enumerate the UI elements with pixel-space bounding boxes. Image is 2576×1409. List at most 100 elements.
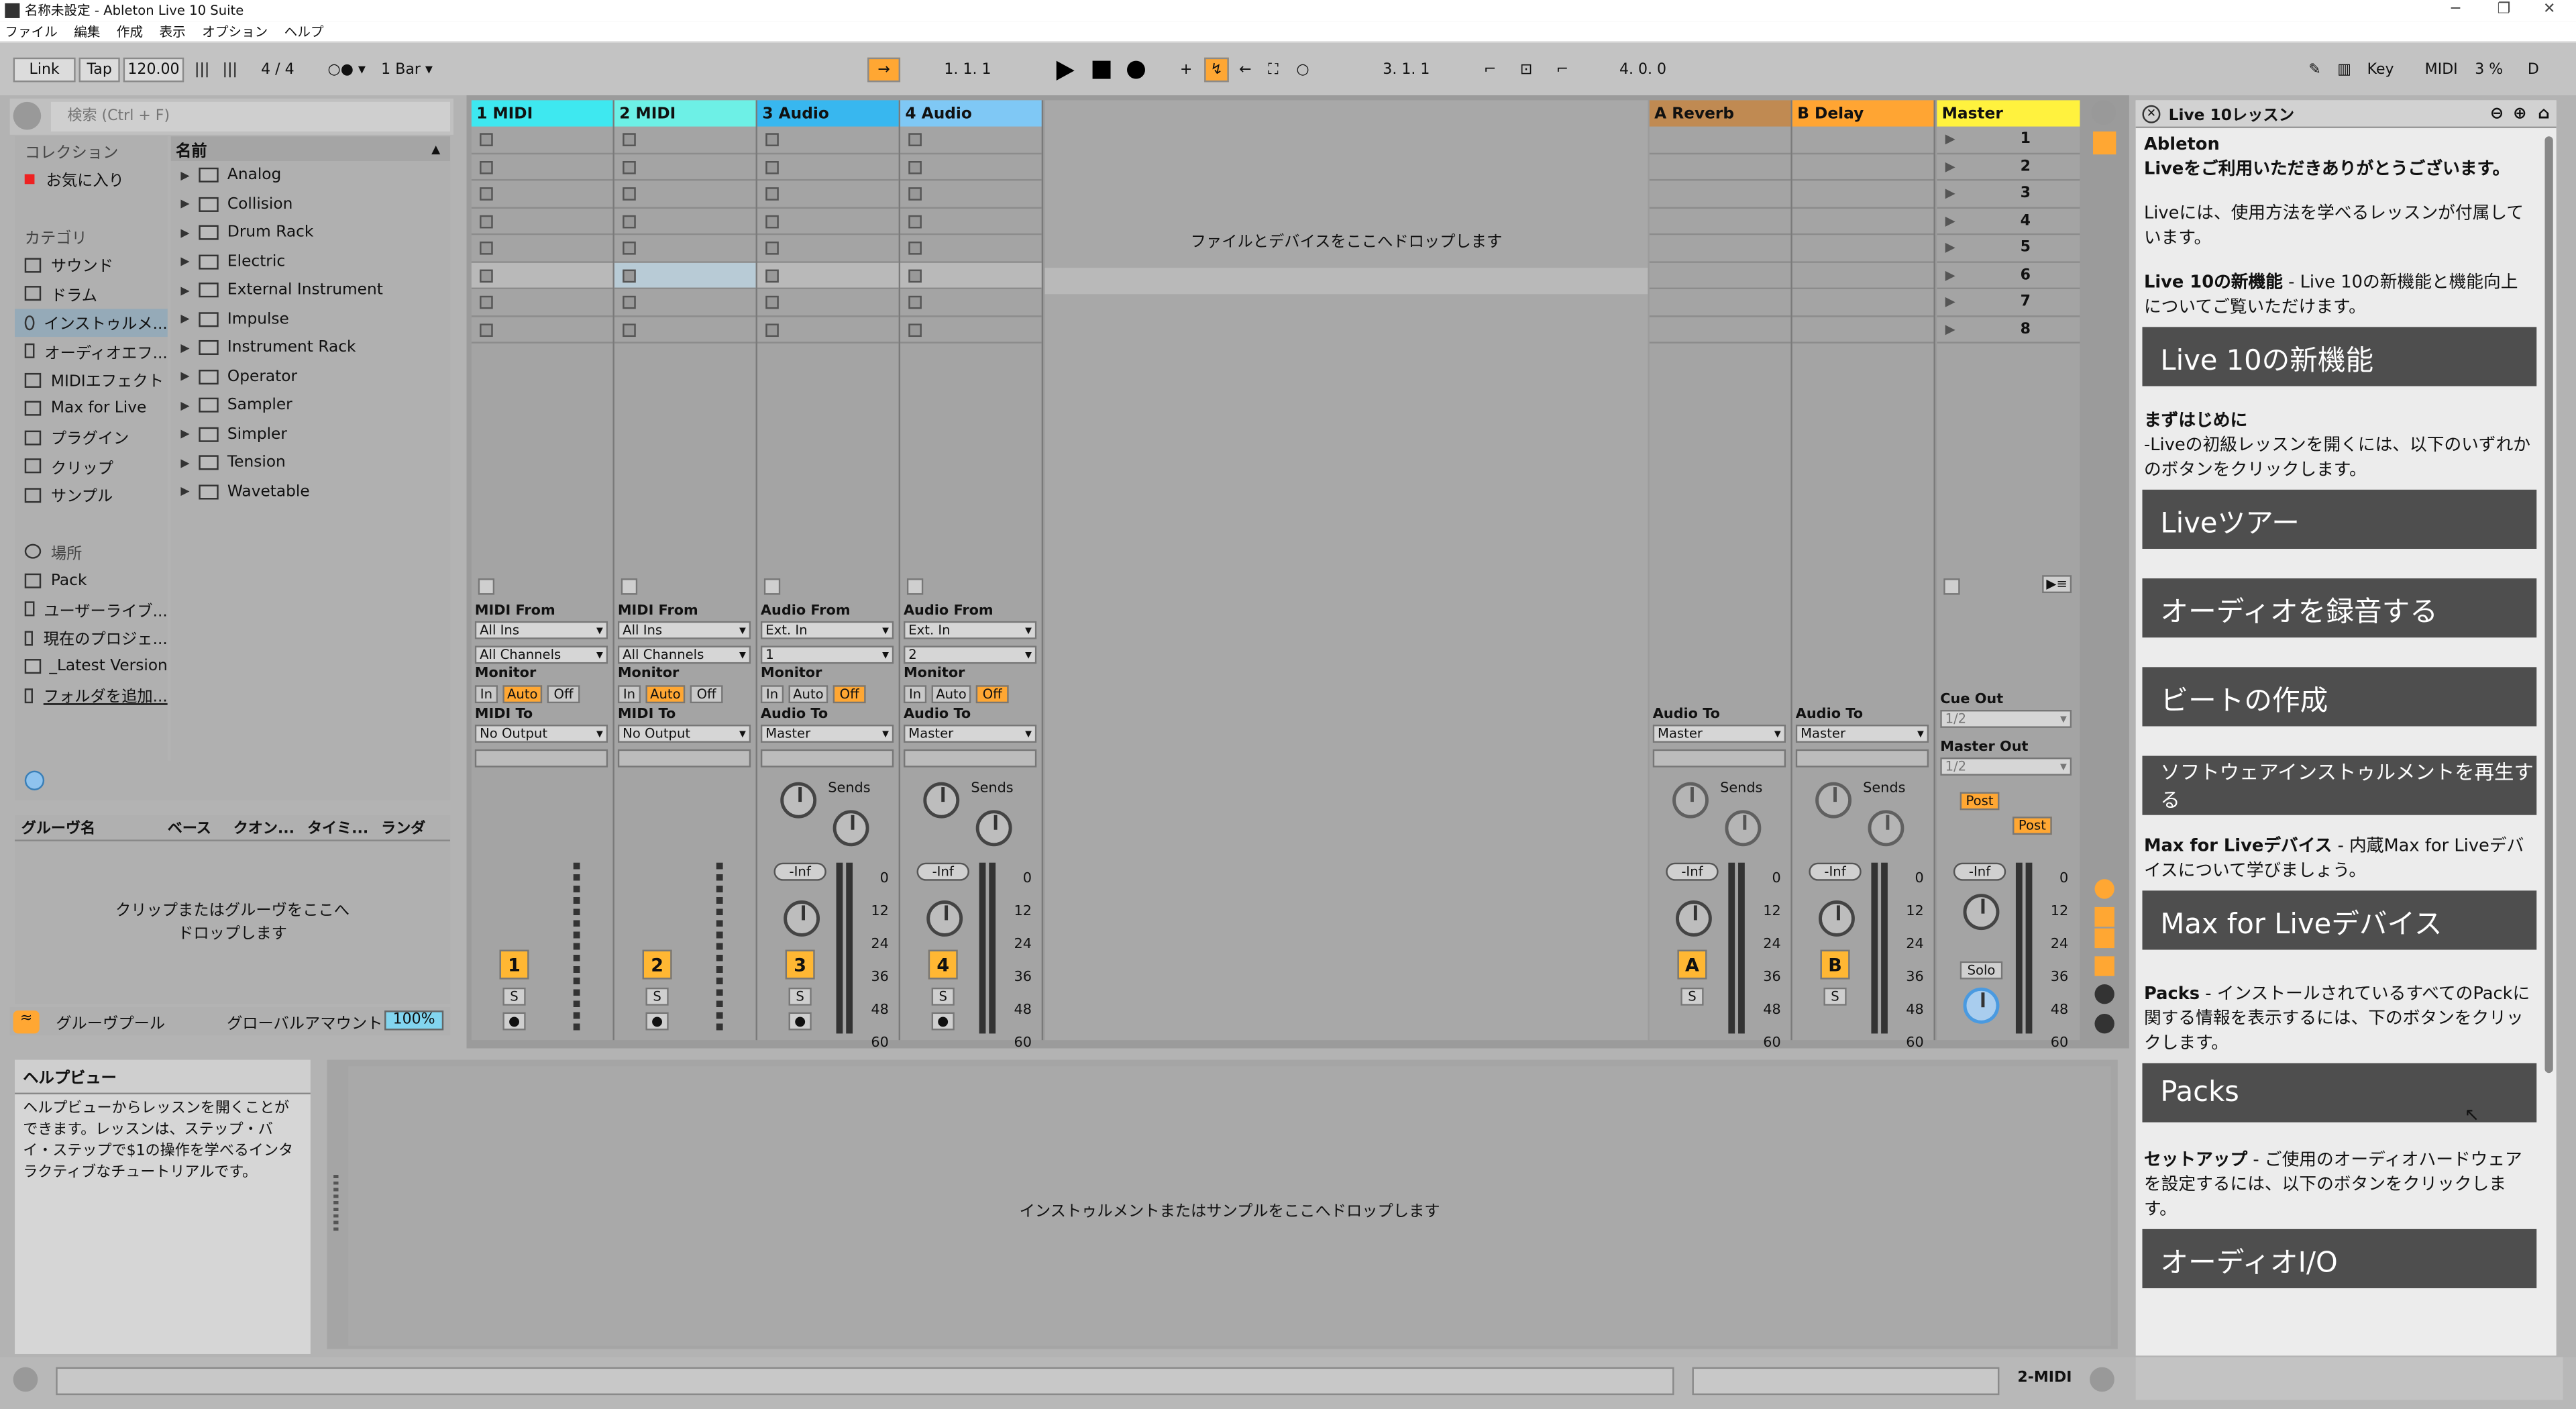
- master-post-button-b[interactable]: Post: [2012, 817, 2052, 835]
- clip-slot[interactable]: [471, 180, 613, 208]
- expand-arrow-icon[interactable]: ▶: [180, 399, 189, 412]
- track-header[interactable]: 3 Audio: [757, 100, 899, 127]
- clip-slot[interactable]: [900, 208, 1042, 236]
- master-volume-display[interactable]: -Inf: [1953, 862, 2006, 881]
- session-record-icon[interactable]: ○: [1291, 58, 1314, 83]
- play-icon[interactable]: [1051, 58, 1077, 83]
- lesson-m4l-button[interactable]: Max for Liveデバイス: [2142, 890, 2537, 950]
- clip-slot[interactable]: [614, 235, 756, 262]
- clip-stop-icon[interactable]: [480, 268, 493, 282]
- clip-slot[interactable]: [471, 235, 613, 262]
- clip-slot[interactable]: [757, 154, 899, 181]
- key-map-button[interactable]: Key: [2361, 58, 2400, 83]
- add-folder-item[interactable]: フォルダを追加...: [15, 681, 168, 710]
- pan-knob[interactable]: [1675, 900, 1712, 937]
- return-activator-button[interactable]: A: [1677, 949, 1707, 980]
- global-amount-field[interactable]: 100%: [384, 1010, 444, 1031]
- input-type-select[interactable]: Ext. In ▾: [903, 621, 1037, 639]
- lesson-audio-io-button[interactable]: オーディオI/O: [2142, 1229, 2537, 1289]
- scene-launch[interactable]: ▶ 2: [1937, 154, 2080, 181]
- overdub-icon[interactable]: +: [1175, 58, 1197, 83]
- lesson-close-icon[interactable]: ✕: [2142, 104, 2161, 123]
- menu-help[interactable]: ヘルプ: [284, 22, 324, 40]
- help-toggle-icon[interactable]: [13, 1367, 38, 1392]
- clip-slot[interactable]: [471, 154, 613, 181]
- track-header[interactable]: 1 MIDI: [471, 100, 613, 127]
- send-b-knob[interactable]: [833, 810, 869, 847]
- groove-col-timing[interactable]: タイミ...: [307, 817, 381, 838]
- browser-item[interactable]: ▶ Electric: [171, 248, 450, 276]
- output-channel-select[interactable]: [903, 749, 1037, 768]
- scene-launch[interactable]: ▶ 7: [1937, 289, 2080, 317]
- midi-map-button[interactable]: MIDI: [2418, 58, 2465, 83]
- scene-play-icon[interactable]: ▶: [1945, 158, 1955, 173]
- clip-stop-icon[interactable]: [765, 323, 779, 336]
- expand-arrow-icon[interactable]: ▶: [180, 197, 189, 211]
- send-a-knob[interactable]: [1815, 782, 1852, 819]
- monitor-off-button[interactable]: Off: [690, 685, 723, 704]
- monitor-auto-button[interactable]: Auto: [788, 685, 828, 704]
- loop-icon[interactable]: ⊡: [1511, 58, 1541, 83]
- stop-icon[interactable]: [1087, 58, 1114, 83]
- clip-slot[interactable]: [900, 127, 1042, 154]
- place-latest-version[interactable]: _Latest Version: [15, 652, 168, 681]
- clip-slot[interactable]: [614, 262, 756, 290]
- scene-play-icon[interactable]: ▶: [1945, 240, 1955, 255]
- clip-slot[interactable]: [757, 208, 899, 236]
- draw-mode-icon[interactable]: ✎: [2303, 58, 2326, 83]
- input-channel-select[interactable]: 2 ▾: [903, 645, 1037, 664]
- volume-display[interactable]: -Inf: [1666, 862, 1719, 881]
- output-type-select[interactable]: No Output ▾: [474, 725, 608, 743]
- clip-slot[interactable]: [471, 208, 613, 236]
- crossfader-toggle-icon[interactable]: [2094, 984, 2114, 1004]
- clip-stop-icon[interactable]: [623, 214, 636, 228]
- menu-file[interactable]: ファイル: [5, 22, 57, 40]
- clip-stop-icon[interactable]: [908, 268, 922, 282]
- pan-knob[interactable]: [926, 900, 963, 937]
- scene-launch[interactable]: ▶ 6: [1937, 262, 2080, 290]
- groove-col-quantize[interactable]: クオン...: [233, 817, 307, 838]
- stop-all-clips-icon[interactable]: [906, 578, 924, 595]
- delay-toggle-icon[interactable]: [2094, 1014, 2114, 1034]
- clip-stop-icon[interactable]: [908, 214, 922, 228]
- lesson-whats-new-button[interactable]: Live 10の新機能: [2142, 327, 2537, 386]
- device-resize-handle[interactable]: [333, 1175, 339, 1231]
- send-a-knob[interactable]: [780, 782, 817, 819]
- session-arrangement-toggle-icon[interactable]: [2091, 100, 2116, 125]
- clip-stop-icon[interactable]: [480, 214, 493, 228]
- input-channel-select[interactable]: All Channels ▾: [617, 645, 751, 664]
- scene-play-icon[interactable]: ▶: [1945, 294, 1955, 309]
- lesson-tour-button[interactable]: Liveツアー: [2142, 489, 2537, 549]
- solo-button[interactable]: S: [788, 987, 812, 1006]
- lesson-beats-button[interactable]: ビートの作成: [2142, 667, 2537, 727]
- track-activator-button[interactable]: 3: [785, 949, 815, 980]
- clip-stop-icon[interactable]: [480, 187, 493, 201]
- nudge-up-icon[interactable]: |||: [217, 58, 243, 83]
- punch-out-icon[interactable]: ⌐: [1548, 58, 1577, 83]
- monitor-off-button[interactable]: Off: [975, 685, 1009, 704]
- output-type-select[interactable]: Master ▾: [1795, 725, 1929, 743]
- arm-button[interactable]: ●: [788, 1012, 812, 1031]
- quantization-select[interactable]: 1 Bar ▾: [381, 58, 447, 83]
- expand-arrow-icon[interactable]: ▶: [180, 284, 189, 297]
- arm-button[interactable]: ●: [502, 1012, 526, 1031]
- browser-item[interactable]: ▶ Sampler: [171, 391, 450, 420]
- monitor-off-button[interactable]: Off: [547, 685, 580, 704]
- clip-slot[interactable]: [614, 289, 756, 317]
- menu-view[interactable]: 表示: [160, 22, 186, 40]
- clip-slot[interactable]: [900, 316, 1042, 344]
- metronome-icon[interactable]: ○● ▾: [317, 58, 376, 83]
- scene-play-icon[interactable]: ▶: [1945, 213, 1955, 227]
- browser-item[interactable]: ▶ Operator: [171, 362, 450, 391]
- clip-stop-icon[interactable]: [765, 187, 779, 201]
- return-track-header[interactable]: A Reverb: [1649, 100, 1791, 127]
- output-channel-select[interactable]: [1795, 749, 1929, 768]
- clip-slot[interactable]: [900, 154, 1042, 181]
- input-channel-select[interactable]: All Channels ▾: [474, 645, 608, 664]
- returns-toggle-icon[interactable]: [2094, 928, 2114, 949]
- place-user-library[interactable]: ユーザーライブ...: [15, 595, 168, 624]
- clip-stop-icon[interactable]: [765, 214, 779, 228]
- clip-stop-icon[interactable]: [480, 242, 493, 255]
- device-drop-zone[interactable]: インストゥルメントまたはサンプルをここへドロップします: [348, 1066, 2111, 1346]
- clip-slot[interactable]: [900, 235, 1042, 262]
